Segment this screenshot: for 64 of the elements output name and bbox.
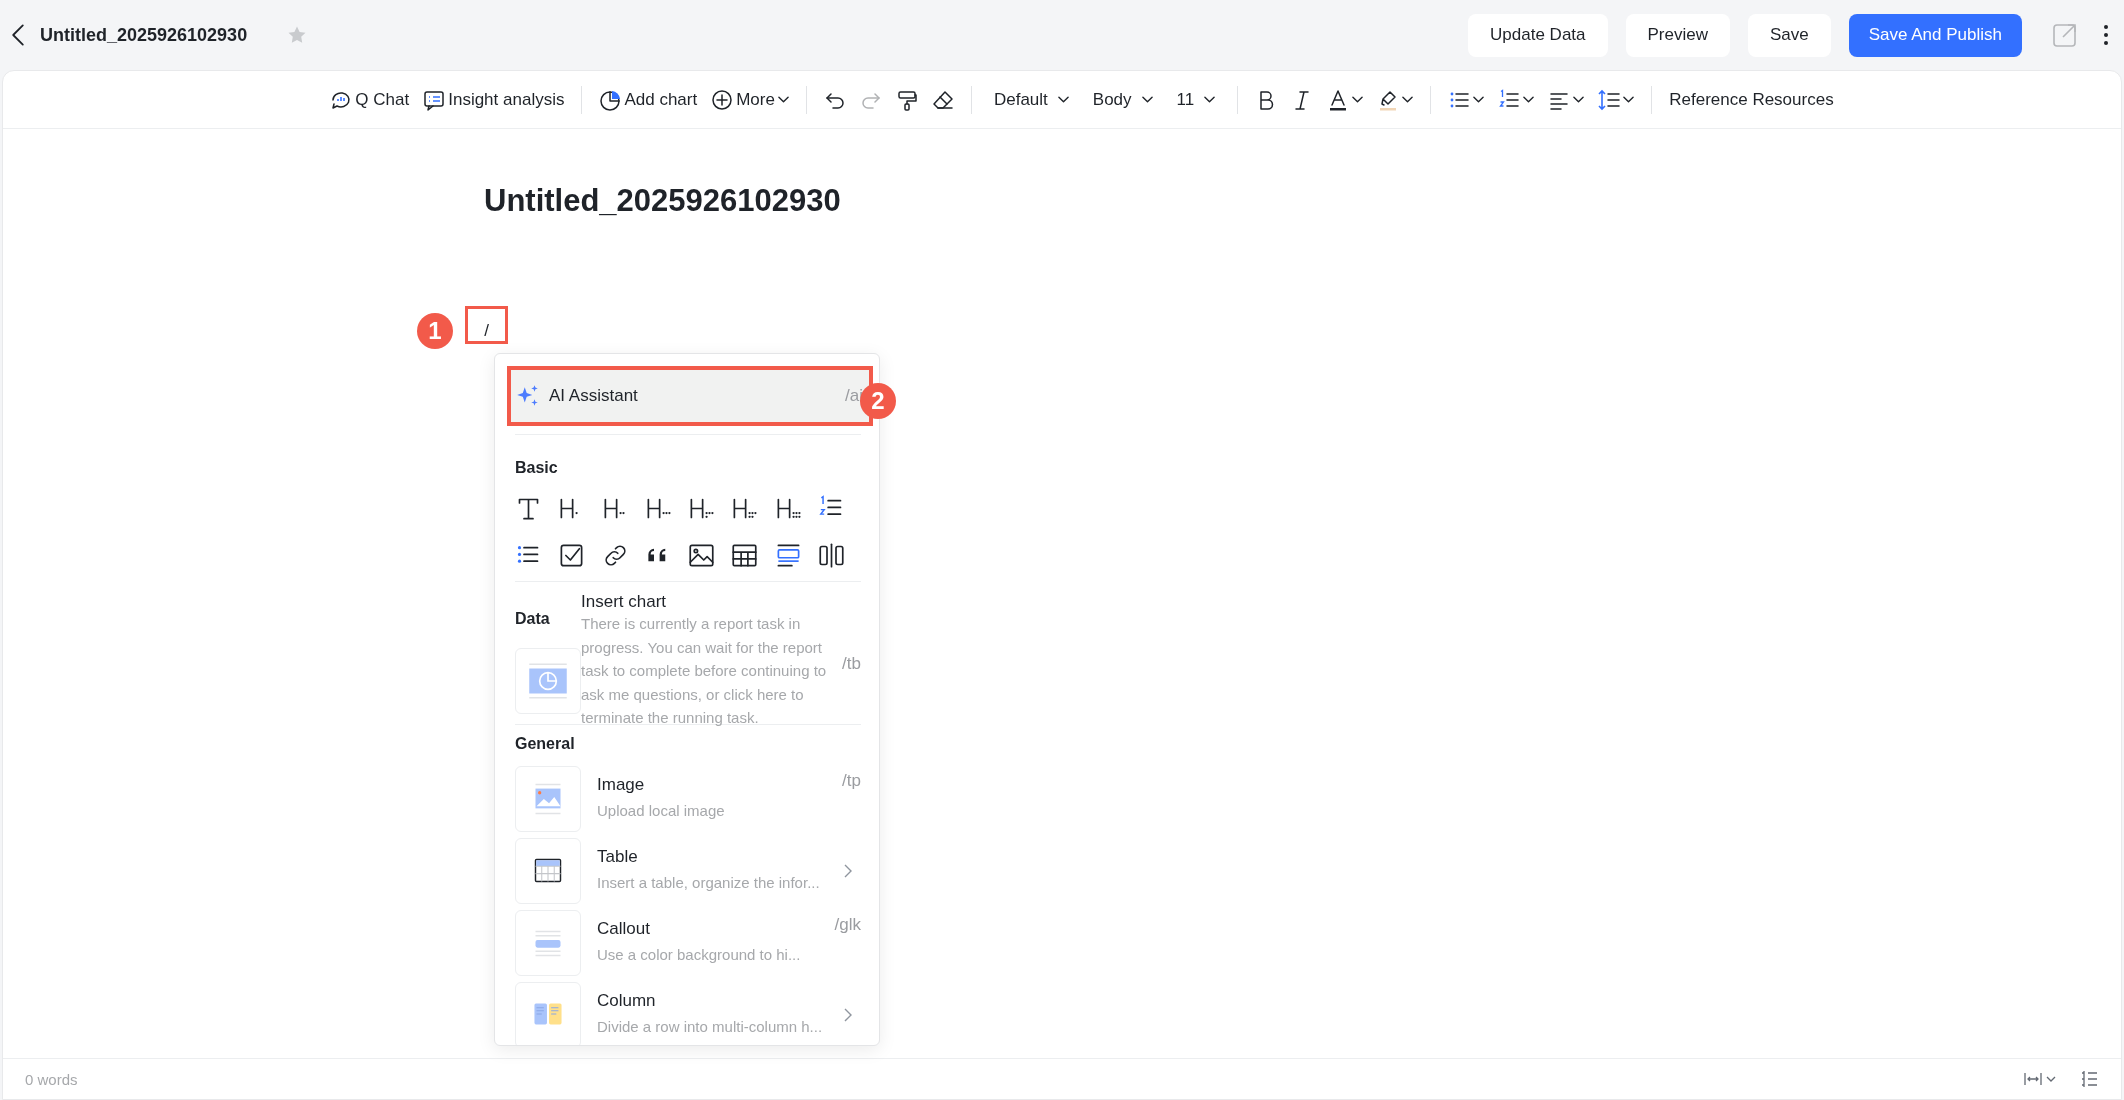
caret-icon xyxy=(1523,95,1535,104)
toolbar-label[interactable]: More xyxy=(736,89,775,110)
caret-icon xyxy=(777,95,789,104)
section-title: Basic xyxy=(515,459,559,477)
toolbar-button[interactable]: Preview xyxy=(1625,13,1730,57)
menu-item-label: Column xyxy=(597,991,657,1012)
toolbar-button[interactable]: Save xyxy=(1748,13,1831,57)
slash-text: / xyxy=(465,306,508,344)
sparkle-icon xyxy=(515,383,541,409)
table-icon[interactable] xyxy=(731,542,759,569)
toolbar-button[interactable]: Update Data xyxy=(1468,13,1608,57)
reference-link[interactable]: Reference Resources xyxy=(1664,85,1839,114)
menu-item[interactable]: Column Divide a row into multi-column h... xyxy=(515,979,861,1045)
shortcut-text: /tb xyxy=(842,654,861,674)
chevron-right-icon xyxy=(843,1007,853,1023)
dropdown-value[interactable]: Default xyxy=(993,89,1048,110)
caret-icon xyxy=(1573,95,1585,104)
section-title: Data xyxy=(515,610,551,628)
menu-item-description: Insert a table, organize the infor... xyxy=(597,873,821,894)
word-count: 0 words xyxy=(25,1070,78,1088)
caret-icon xyxy=(1057,95,1069,104)
toolbar-label[interactable]: Q Chat xyxy=(355,89,410,110)
menu-item-description: There is currently a report task in progress. You can wait for the report task to complete before continuing to ask me questions, or click here to terminate the running task. xyxy=(581,614,828,729)
menu-item-label: Callout xyxy=(597,919,651,940)
caret-icon xyxy=(1141,95,1153,104)
chevron-right-icon xyxy=(843,863,853,879)
pie-chart-icon[interactable] xyxy=(599,88,622,111)
document-name: Untitled_2025926102930 xyxy=(40,24,248,46)
line-height-icon[interactable] xyxy=(1598,88,1621,111)
dropdown-value[interactable]: Body xyxy=(1092,89,1132,110)
menu-item-label: AI Assistant xyxy=(549,386,639,406)
section-title: General xyxy=(515,735,575,753)
toolbar-label[interactable]: Add chart xyxy=(624,89,698,110)
eraser-icon[interactable] xyxy=(931,88,954,111)
menu-item-description: Upload local image xyxy=(597,801,726,822)
comment-list-icon[interactable] xyxy=(423,88,446,111)
menu-item-description: Divide a row into multi-column h... xyxy=(597,1017,824,1038)
image-icon[interactable] xyxy=(688,542,715,569)
caret-icon xyxy=(1402,95,1414,104)
menu-item-description: Use a color background to hi... xyxy=(597,945,802,966)
caret-icon xyxy=(1204,95,1216,104)
menu-item[interactable]: Callout Use a color background to hi... /glk xyxy=(515,907,861,979)
more-icon[interactable] xyxy=(2102,23,2110,47)
dropdown-value[interactable]: 11 xyxy=(1176,89,1195,110)
chart-card-icon xyxy=(515,648,581,714)
outline-icon[interactable] xyxy=(2079,1069,2099,1089)
paint-roller-icon[interactable] xyxy=(895,88,918,111)
caret-icon xyxy=(1623,95,1635,104)
star-icon[interactable] xyxy=(287,25,308,45)
menu-item-label: Insert chart xyxy=(581,592,668,612)
menu-item-label: Table xyxy=(597,847,639,868)
caret-icon xyxy=(1352,95,1364,104)
columns-icon[interactable] xyxy=(817,542,845,569)
menu-item[interactable]: Table Insert a table, organize the infor... xyxy=(515,835,861,907)
document-title: Untitled_2025926102930 xyxy=(484,183,842,220)
step-badge: 1 xyxy=(417,313,453,349)
toolbar-label[interactable]: Insight analysis xyxy=(448,89,565,110)
plus-circle-icon[interactable] xyxy=(711,88,734,111)
menu-item[interactable]: Image Upload local image /tp xyxy=(515,763,861,835)
publish-button[interactable]: Save And Publish xyxy=(1848,13,2022,57)
menu-item-label: Image xyxy=(597,775,646,796)
shortcut-text: /glk xyxy=(834,915,861,935)
shortcut-text: /tp xyxy=(842,771,861,791)
caret-icon xyxy=(1473,95,1485,104)
